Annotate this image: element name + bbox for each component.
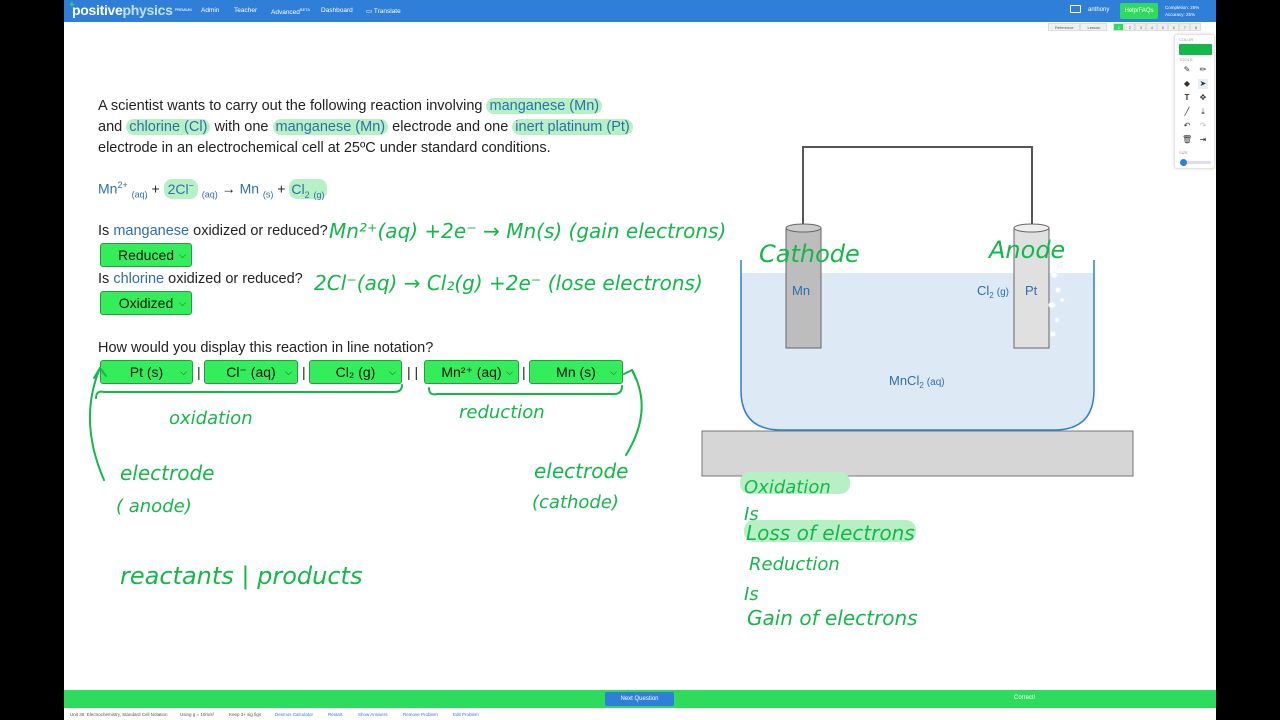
- edit-problem-link[interactable]: Edit Problem: [453, 712, 479, 717]
- reduction-brace: [428, 385, 623, 396]
- ink-oxidation: oxidation: [169, 408, 253, 429]
- ink-cathode: Cathode: [759, 240, 860, 268]
- ink-electrode-cathode: electrode: [534, 459, 628, 483]
- restart-link[interactable]: Restart: [328, 712, 343, 717]
- ink-cathode-paren: (cathode): [532, 492, 619, 513]
- sigfig-note: Keep 3+ sig figs: [229, 712, 262, 717]
- ink-reactants-products: reactants | products: [120, 562, 362, 590]
- ink-rig-1: Reduction: [749, 554, 840, 575]
- cathode-arrow: [625, 369, 643, 456]
- gravity-note: Using g = 10m/s²: [180, 712, 215, 717]
- next-question-button[interactable]: Next Question: [605, 692, 674, 706]
- remove-problem-link[interactable]: Remove Problem: [403, 712, 438, 717]
- ink-reduction: reduction: [459, 402, 545, 423]
- correct-status: Correct!: [1014, 695, 1036, 701]
- ink-oil-1: Oxidation: [744, 477, 831, 498]
- ink-annotations-layer: Mn²⁺(aq) +2e⁻ → Mn(s) (gain electrons) 2…: [88, 219, 1065, 630]
- show-answers-link[interactable]: Show Answers: [358, 712, 388, 717]
- bottom-status-bar: Next Question Correct!: [64, 690, 1216, 708]
- ink-anode: Anode: [987, 236, 1065, 264]
- app-frame: + positivephysics PREMIUM Admin Teacher Ad…: [64, 0, 1216, 720]
- anode-arrow: [88, 367, 105, 481]
- ink-half-reaction-1: Mn²⁺(aq) +2e⁻ → Mn(s) (gain electrons): [329, 219, 726, 243]
- ink-electrode-anode: electrode: [120, 461, 214, 485]
- ink-rig-3: Gain of electrons: [747, 606, 918, 630]
- footer-bar: Unit 30: Electrochemistry, Standard Cell…: [64, 708, 1216, 720]
- desmos-link[interactable]: Desmos Calculator: [275, 712, 313, 717]
- ink-half-reaction-2: 2Cl⁻(aq) → Cl₂(g) +2e⁻ (lose electrons): [314, 271, 703, 295]
- cathode-arrowhead: [623, 369, 637, 380]
- oxidation-brace: [95, 384, 403, 399]
- ink-rig-2: Is: [744, 584, 759, 605]
- ink-anode-paren: ( anode): [116, 496, 192, 517]
- anode-arrowhead: [93, 367, 107, 379]
- ink-oil-3: Loss of electrons: [746, 521, 915, 545]
- unit-label: Unit 30: Electrochemistry, Standard Cell…: [70, 712, 168, 717]
